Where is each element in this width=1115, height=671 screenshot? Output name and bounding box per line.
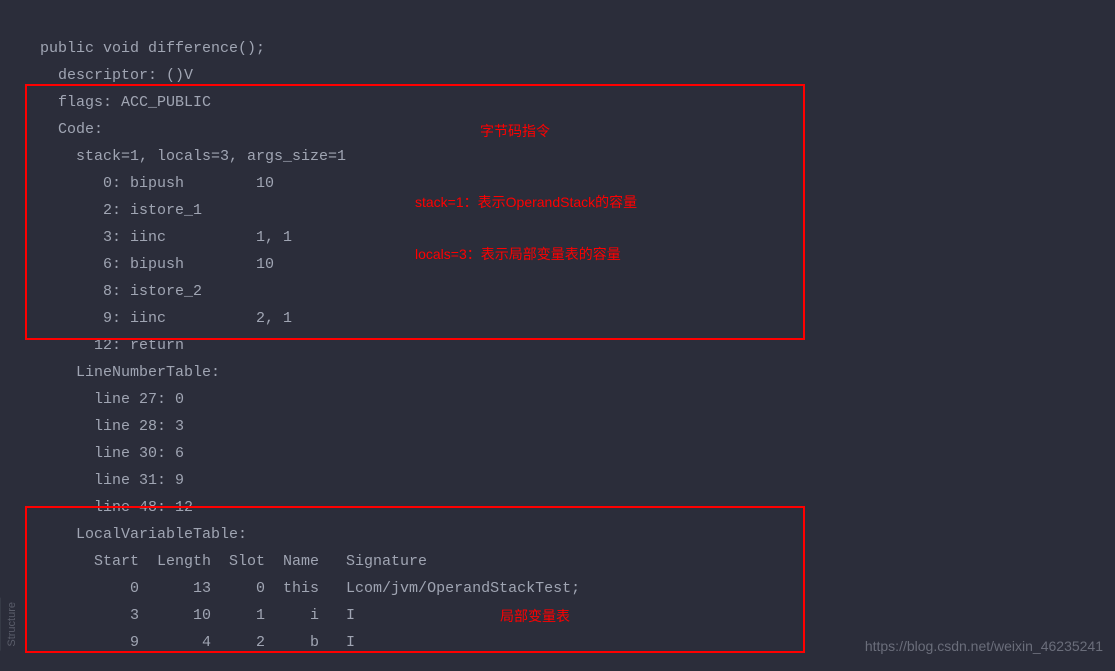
code-line: 3 10 1 i I bbox=[40, 607, 355, 624]
code-line: 0: bipush 10 bbox=[40, 175, 274, 192]
code-area: public void difference(); descriptor: ()… bbox=[0, 0, 1115, 656]
code-line: LineNumberTable: bbox=[40, 364, 220, 381]
code-line: 0 13 0 this Lcom/jvm/OperandStackTest; bbox=[40, 580, 580, 597]
code-line: 12: return bbox=[40, 337, 184, 354]
code-line: line 27: 0 bbox=[40, 391, 184, 408]
code-line: LocalVariableTable: bbox=[40, 526, 247, 543]
sidebar-structure-tab[interactable]: Structure bbox=[0, 598, 25, 651]
code-line: line 28: 3 bbox=[40, 418, 184, 435]
code-line: public void difference(); bbox=[40, 40, 265, 57]
code-line: 9: iinc 2, 1 bbox=[40, 310, 292, 327]
code-line: line 30: 6 bbox=[40, 445, 184, 462]
code-line: 6: bipush 10 bbox=[40, 256, 274, 273]
annotation-stack: stack=1：表示OperandStack的容量 bbox=[415, 190, 637, 215]
code-line: 8: istore_2 bbox=[40, 283, 202, 300]
code-line: Start Length Slot Name Signature bbox=[40, 553, 427, 570]
code-line: descriptor: ()V bbox=[40, 67, 193, 84]
sidebar-label: Structure bbox=[6, 602, 18, 647]
code-line: 3: iinc 1, 1 bbox=[40, 229, 292, 246]
code-line: flags: ACC_PUBLIC bbox=[40, 94, 211, 111]
code-line: 9 4 2 b I bbox=[40, 634, 355, 651]
code-line: line 31: 9 bbox=[40, 472, 184, 489]
annotation-bytecode: 字节码指令 bbox=[480, 119, 550, 144]
watermark-text: https://blog.csdn.net/weixin_46235241 bbox=[865, 634, 1103, 659]
annotation-localvar: 局部变量表 bbox=[500, 604, 570, 629]
code-line: 2: istore_1 bbox=[40, 202, 202, 219]
code-line: stack=1, locals=3, args_size=1 bbox=[40, 148, 346, 165]
annotation-locals: locals=3：表示局部变量表的容量 bbox=[415, 242, 621, 267]
code-line: line 48: 12 bbox=[40, 499, 193, 516]
code-line: Code: bbox=[40, 121, 103, 138]
